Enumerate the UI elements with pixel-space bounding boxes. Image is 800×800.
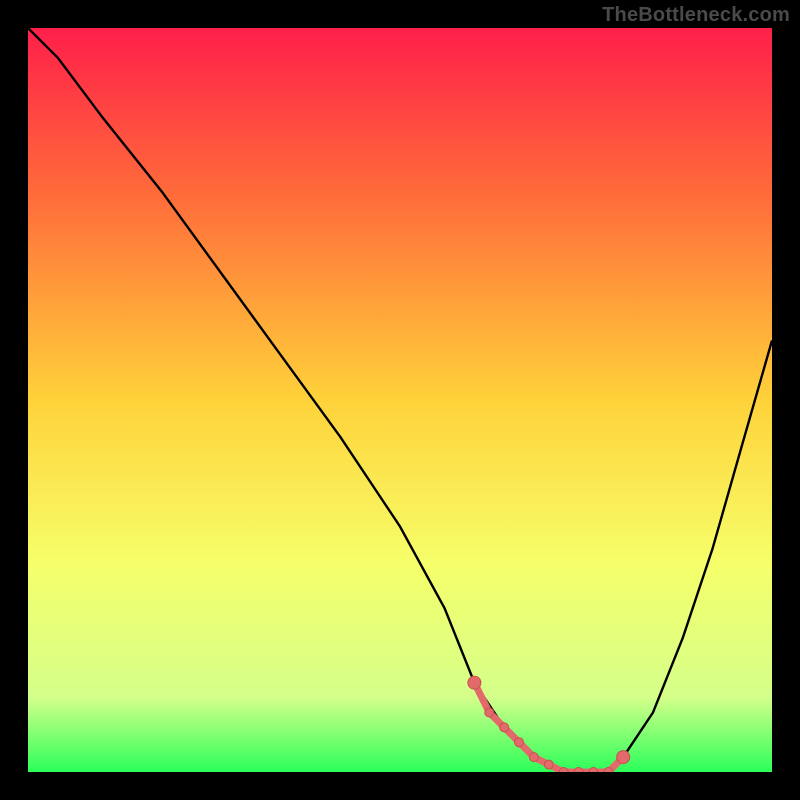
valley-point [515,738,524,747]
valley-point [559,768,568,773]
valley-point [589,768,598,773]
gradient-background [28,28,772,772]
watermark-text: TheBottleneck.com [602,4,790,27]
valley-point [617,751,630,764]
valley-point [500,723,509,732]
valley-point [544,760,553,769]
valley-point [529,753,538,762]
valley-point [574,768,583,773]
valley-point [485,708,494,717]
plot-svg [28,28,772,772]
valley-point [604,768,613,773]
plot-area [28,28,772,772]
chart-frame: TheBottleneck.com [0,0,800,800]
valley-point [468,676,481,689]
